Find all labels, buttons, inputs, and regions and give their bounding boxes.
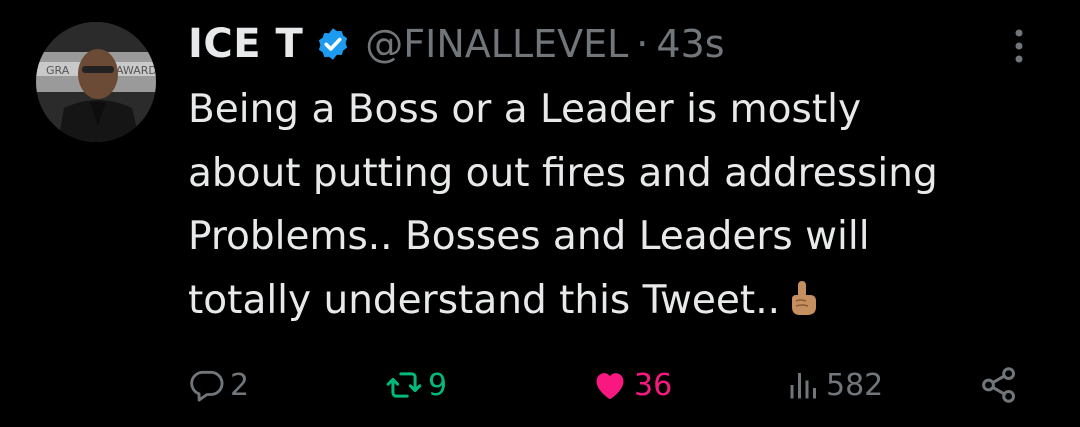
tweet-header: ICE T @FINALLEVEL · 43s [188,14,725,74]
tweet-text-line-2: about putting out fires and addressing [188,150,938,196]
views-button[interactable]: 582 [786,360,883,410]
retweet-icon [386,372,422,398]
tweet-timestamp[interactable]: 43s [656,22,724,66]
reply-count: 2 [230,367,250,403]
views-icon [790,373,816,399]
tweet-card[interactable]: GRA AWARD ICE T @FINALLEVEL · 43s Being … [0,0,1080,427]
point-up-emoji-icon [786,273,820,315]
tweet-actions: 2 9 36 582 [0,360,1080,410]
retweet-count: 9 [428,367,448,403]
views-count: 582 [826,367,884,403]
avatar-banner-left: GRA [46,64,70,77]
avatar-banner-right: AWARD [116,64,156,77]
more-options-icon[interactable] [1008,26,1030,66]
heart-icon [596,373,624,400]
tweet-text-line-4: totally understand this Tweet.. [188,277,780,323]
tweet-text-line-3: Problems.. Bosses and Leaders will [188,214,870,259]
like-count: 36 [634,367,673,403]
reply-button[interactable]: 2 [188,360,249,410]
tweet-text-line-1: Being a Boss or a Leader is mostly [188,87,862,132]
share-button[interactable] [976,360,1022,410]
verified-badge-icon [315,26,351,62]
reply-icon [190,370,224,402]
tweet-text: Being a Boss or a Leader is mostly about… [188,78,1068,332]
author-handle[interactable]: @FINALLEVEL [365,22,628,66]
avatar[interactable]: GRA AWARD [36,22,156,142]
header-separator: · [636,22,649,66]
like-button[interactable]: 36 [590,360,672,410]
author-name[interactable]: ICE T [188,21,303,67]
tweet-text-line-4-wrap: totally understand this Tweet.. [188,269,1068,333]
share-icon [982,367,1016,403]
retweet-button[interactable]: 9 [384,360,447,410]
avatar-photo: GRA AWARD [36,22,156,142]
